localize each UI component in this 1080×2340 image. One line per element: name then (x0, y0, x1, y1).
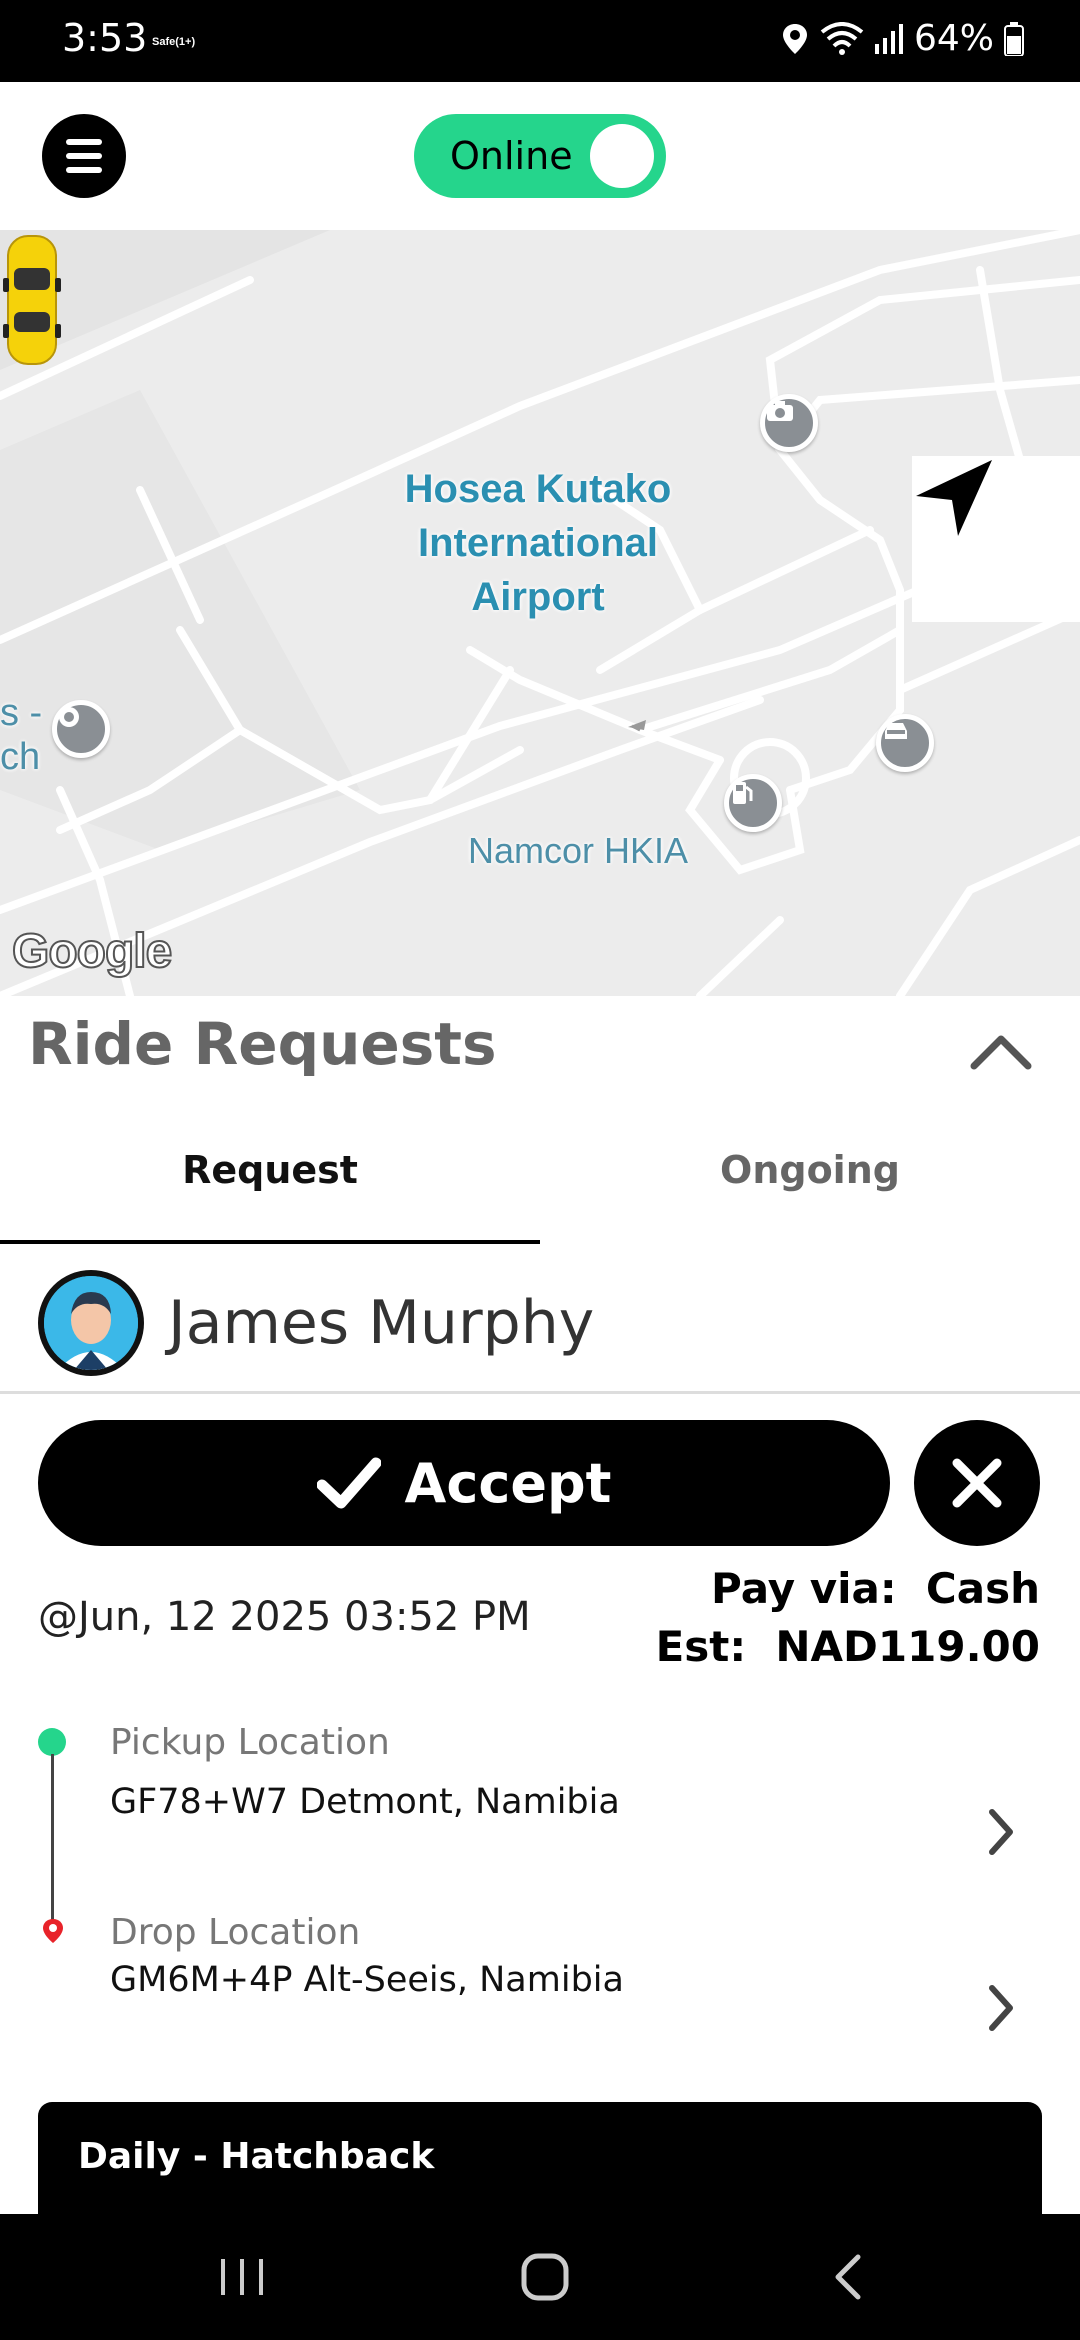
request-tabs: Request Ongoing (0, 1096, 1080, 1244)
reject-button[interactable] (914, 1420, 1040, 1546)
hamburger-icon (66, 139, 102, 145)
route-details: Pickup Location GF78+W7 Detmont, Namibia… (0, 1718, 1080, 2031)
system-navigation-bar (0, 2214, 1080, 2340)
chevron-right-icon[interactable] (980, 1804, 1020, 1860)
status-time: 3:53 (62, 16, 148, 60)
drop-location-title: Drop Location (110, 1912, 361, 1953)
pay-via-value: Cash (925, 1564, 1040, 1613)
vehicle-type-bar: Daily - Hatchback (38, 2102, 1042, 2214)
map-edge-label: ch (0, 736, 41, 778)
payment-info: Pay via: Cash Est: NAD119.00 (656, 1560, 1040, 1676)
status-icons: 64% (780, 18, 1024, 59)
camera-icon[interactable] (760, 394, 818, 452)
recent-apps-button[interactable] (200, 2214, 284, 2340)
top-app-bar: Online (0, 82, 1080, 230)
accept-label: Accept (404, 1451, 612, 1515)
tab-request[interactable]: Request (0, 1096, 540, 1244)
checkmark-icon (316, 1457, 381, 1509)
battery-icon (1004, 21, 1024, 56)
toggle-knob (590, 124, 654, 188)
chevron-up-icon[interactable] (966, 1026, 1036, 1076)
status-bar: 3:53 Safe(1+) 64% (0, 0, 1080, 82)
airport-map-label: Hosea Kutako International Airport (378, 462, 698, 624)
wifi-icon (820, 21, 864, 55)
recent-apps-icon (221, 2259, 263, 2295)
navigation-arrow-icon (916, 460, 992, 536)
airport-label-line: Hosea Kutako (404, 467, 672, 511)
back-button[interactable] (806, 2214, 890, 2340)
pickup-dot-icon (38, 1728, 66, 1756)
user-avatar-icon (44, 1276, 138, 1370)
battery-percent: 64% (913, 18, 994, 59)
accept-button[interactable]: Accept (38, 1420, 890, 1546)
sheet-title: Ride Requests (28, 1010, 497, 1078)
route-line (51, 1754, 54, 1932)
tab-ongoing[interactable]: Ongoing (540, 1096, 1080, 1244)
rider-name: James Murphy (168, 1288, 595, 1358)
airport-label-line: Airport (471, 575, 605, 619)
drop-pin-icon (43, 1919, 63, 1943)
estimate-value: NAD119.00 (775, 1622, 1040, 1671)
close-icon (952, 1458, 1002, 1508)
drop-location-address[interactable]: GM6M+4P Alt-Seeis, Namibia (110, 1960, 624, 2000)
menu-button[interactable] (42, 114, 126, 198)
map-view[interactable]: Hosea Kutako International Airport Namco… (0, 230, 1080, 996)
pay-via-row: Pay via: Cash (656, 1560, 1040, 1618)
google-logo: Google (11, 924, 173, 979)
home-button[interactable] (500, 2214, 590, 2340)
status-carrier: Safe(1+) (152, 36, 196, 48)
fuel-icon[interactable] (724, 774, 782, 832)
request-datetime: @Jun, 12 2025 03:52 PM (38, 1594, 531, 1640)
fuel-station-label: Namcor HKIA (468, 830, 689, 871)
car-rental-icon[interactable] (876, 714, 934, 772)
signal-icon (874, 23, 903, 54)
active-tab-indicator (0, 1240, 540, 1244)
hamburger-line (66, 153, 102, 159)
online-status-toggle[interactable]: Online (414, 114, 666, 198)
vehicle-type-label: Daily - Hatchback (78, 2136, 435, 2177)
pickup-location-address[interactable]: GF78+W7 Detmont, Namibia (110, 1782, 620, 1822)
pickup-location-title: Pickup Location (110, 1722, 390, 1763)
hamburger-line (66, 167, 102, 173)
car-icon (3, 235, 61, 365)
location-icon (782, 23, 807, 54)
location-pin-icon[interactable] (52, 700, 110, 758)
estimate-row: Est: NAD119.00 (656, 1618, 1040, 1676)
online-toggle-label: Online (450, 134, 573, 178)
avatar (38, 1270, 144, 1376)
map-edge-label: s - (0, 692, 43, 734)
recenter-location-button[interactable] (912, 456, 1080, 622)
chevron-right-icon[interactable] (980, 1980, 1020, 2036)
airport-label-line: International (417, 521, 659, 565)
pay-via-label: Pay via: (711, 1564, 897, 1613)
rider-row: James Murphy (0, 1264, 1080, 1394)
back-icon (835, 2254, 861, 2300)
home-icon (521, 2253, 569, 2301)
ride-requests-sheet: Ride Requests Request Ongoing James Murp… (0, 996, 1080, 2214)
estimate-label: Est: (655, 1622, 747, 1671)
